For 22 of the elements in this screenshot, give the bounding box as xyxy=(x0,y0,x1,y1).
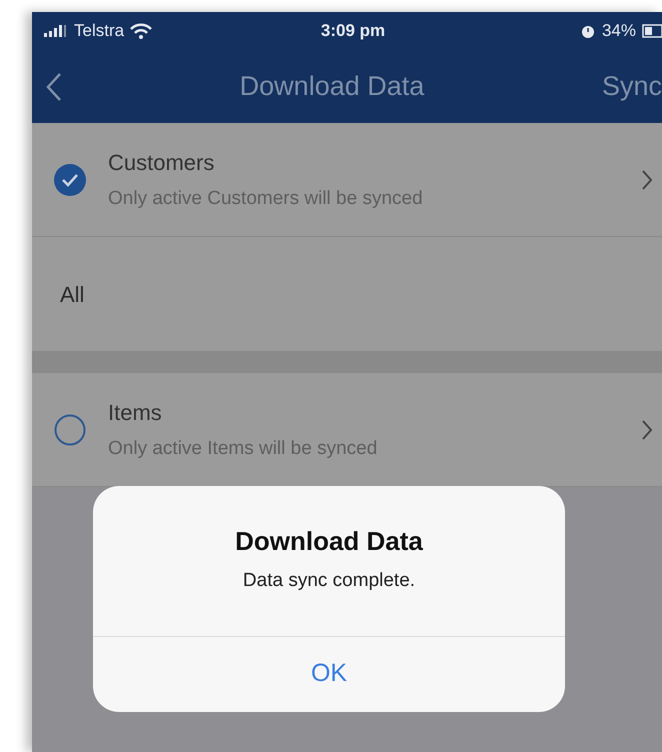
back-icon[interactable] xyxy=(46,72,62,102)
battery-percentage: 34% xyxy=(602,20,636,42)
signal-icon xyxy=(44,25,68,37)
carrier-name: Telstra xyxy=(74,20,124,42)
sync-button[interactable]: Sync xyxy=(602,66,662,107)
wifi-icon xyxy=(130,23,152,39)
battery-icon xyxy=(642,24,662,38)
row-subtitle: Only active Customers will be synced xyxy=(108,186,424,211)
row-title: Customers xyxy=(108,148,216,177)
row-title: Items xyxy=(108,398,163,427)
chevron-right-icon[interactable] xyxy=(642,170,652,190)
status-time: 3:09 pm xyxy=(320,20,386,42)
screen-title: Download Data xyxy=(240,70,424,104)
empty-radio-icon[interactable] xyxy=(54,414,86,446)
dialog-title: Download Data xyxy=(235,525,423,558)
ok-button[interactable]: OK xyxy=(294,655,364,693)
alarm-clock-icon xyxy=(580,23,596,39)
filter-value[interactable]: All xyxy=(60,278,84,310)
dialog-message: Data sync complete. xyxy=(242,569,416,593)
chevron-right-icon[interactable] xyxy=(642,420,652,440)
row-subtitle: Only active Items will be synced xyxy=(108,436,378,461)
checked-radio-icon[interactable] xyxy=(54,164,86,196)
